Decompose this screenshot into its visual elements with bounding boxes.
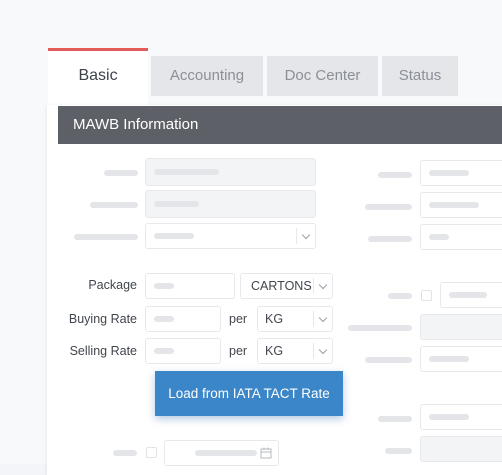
buying-per-text: per [229,312,248,326]
tab-basic[interactable]: Basic [48,48,148,106]
panel-title: MAWB Information [58,106,502,144]
date-input[interactable] [164,440,279,466]
field-label-placeholder [365,357,412,363]
text-field[interactable] [420,404,502,430]
chevron-down-icon [318,313,328,323]
text-field[interactable] [145,190,316,218]
selling-per-text: per [229,344,248,358]
tab-doc-center[interactable]: Doc Center [267,56,378,96]
tab-accounting[interactable]: Accounting [151,56,263,96]
selling-rate-input[interactable] [145,338,221,364]
checkbox-icon[interactable] [421,290,432,301]
text-field[interactable] [420,160,502,186]
select-field[interactable] [145,223,316,249]
field-label-placeholder [388,293,412,299]
field-label-placeholder [368,236,412,242]
field-label-placeholder [90,202,138,208]
field-label-placeholder [348,325,412,331]
field-label-placeholder [378,416,412,422]
field-label-placeholder [378,172,412,178]
selling-unit-value: KG [265,344,284,358]
buying-unit-value: KG [265,312,284,326]
text-field[interactable] [145,158,316,186]
text-field[interactable] [420,224,502,250]
package-unit-value: CARTONS [251,279,312,293]
buying-rate-input[interactable] [145,306,221,332]
calendar-icon [260,447,272,459]
mawb-card: Basic Accounting Doc Center Status MAWB … [0,0,502,475]
selling-unit-select[interactable]: KG [257,338,333,364]
buying-rate-label: Buying Rate [68,312,137,326]
text-field[interactable] [420,346,502,372]
chevron-down-icon [301,230,311,240]
chevron-down-icon [318,345,328,355]
field-label-placeholder [113,450,137,456]
chevron-down-icon [318,280,328,290]
tab-status[interactable]: Status [382,56,458,96]
text-field[interactable] [420,436,502,462]
package-input[interactable] [145,273,235,299]
field-label-placeholder [104,170,138,176]
text-field[interactable] [420,192,502,218]
text-field[interactable] [420,314,502,340]
field-label-placeholder [385,448,412,454]
checkbox-icon[interactable] [146,447,157,458]
text-field[interactable] [440,282,502,308]
field-label-placeholder [365,204,412,210]
package-label: Package [88,278,137,292]
field-label-placeholder [74,234,138,240]
selling-rate-label: Selling Rate [69,344,137,358]
buying-unit-select[interactable]: KG [257,306,333,332]
load-iata-tact-rate-button[interactable]: Load from IATA TACT Rate [155,371,343,416]
package-unit-select[interactable]: CARTONS [240,273,333,299]
